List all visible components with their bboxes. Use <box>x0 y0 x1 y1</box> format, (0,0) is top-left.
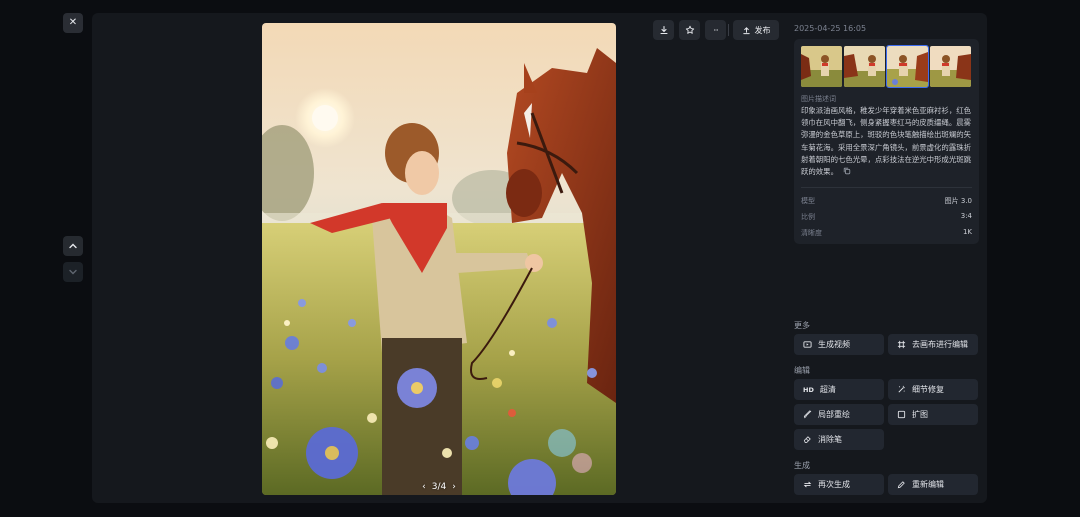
info-card: 图片描述词 印象派油画风格，稚发少年穿着米色亚麻衬衫，红色领巾在风中翻飞，侧身紧… <box>794 39 979 244</box>
favorite-button[interactable] <box>679 20 700 40</box>
more-icon: ··· <box>713 25 719 35</box>
main-image: ‹ 3/4 › <box>262 23 616 495</box>
publish-button[interactable]: 发布 <box>733 20 779 40</box>
chevron-down-icon <box>69 269 77 275</box>
meta-value: 1K <box>962 228 972 236</box>
close-button[interactable]: ✕ <box>63 13 83 33</box>
prompt-text: 印象派油画风格，稚发少年穿着米色亚麻衬衫，红色领巾在风中翻飞，侧身紧握枣红马的皮… <box>801 106 971 177</box>
eraser-label: 消除笔 <box>818 435 842 444</box>
pencil-icon <box>897 480 906 489</box>
more-options-button[interactable]: ··· <box>705 20 726 40</box>
canvas-icon <box>897 340 906 349</box>
regenerate-label: 再次生成 <box>818 480 850 489</box>
generated-painting <box>262 23 616 495</box>
canvas-edit-label: 去画布进行编辑 <box>912 340 968 349</box>
meta-label: 清晰度 <box>801 229 822 237</box>
regenerate-button[interactable]: 再次生成 <box>794 474 884 495</box>
upscale-button[interactable]: HD 超清 <box>794 379 884 400</box>
inpaint-label: 局部重绘 <box>818 410 850 419</box>
re-edit-label: 重新编辑 <box>912 480 944 489</box>
brush-icon <box>803 410 812 419</box>
prompt-description: 印象派油画风格，稚发少年穿着米色亚麻衬衫，红色领巾在风中翻飞，侧身紧握枣红马的皮… <box>801 105 972 178</box>
card-divider <box>801 187 972 188</box>
expand-image-label: 扩图 <box>912 410 928 419</box>
copy-icon[interactable] <box>843 167 851 175</box>
previous-item-button[interactable] <box>63 236 83 256</box>
refresh-icon <box>803 480 812 489</box>
description-label: 图片描述词 <box>801 95 836 103</box>
generate-video-button[interactable]: 生成视频 <box>794 334 884 355</box>
meta-ratio: 比例 3:4 <box>801 212 972 222</box>
meta-resolution: 清晰度 1K <box>801 228 972 238</box>
close-icon: ✕ <box>68 17 78 28</box>
magic-wand-icon <box>897 385 906 394</box>
section-generate: 生成 <box>794 461 810 470</box>
video-icon <box>803 340 812 349</box>
re-edit-button[interactable]: 重新编辑 <box>888 474 978 495</box>
upload-icon <box>742 26 750 34</box>
toolbar-divider <box>728 24 729 36</box>
image-viewer: ✕ ‹ 3/4 › ··· 发布 2025-04-25 16:05 图片描述词 … <box>0 0 1080 517</box>
generate-video-label: 生成视频 <box>818 340 850 349</box>
expand-image-button[interactable]: 扩图 <box>888 404 978 425</box>
expand-icon <box>897 410 906 419</box>
upscale-label: 超清 <box>819 385 836 394</box>
thumbnail-4[interactable] <box>930 46 971 87</box>
pager-next-icon[interactable]: › <box>452 482 456 492</box>
image-pager: ‹ 3/4 › <box>262 482 616 492</box>
meta-model: 模型 图片 3.0 <box>801 196 972 206</box>
next-item-button[interactable] <box>63 262 83 282</box>
thumbnail-3-selected[interactable] <box>886 45 929 88</box>
section-edit: 编辑 <box>794 366 810 375</box>
thumbnail-1[interactable] <box>801 46 842 87</box>
section-more: 更多 <box>794 321 810 330</box>
hd-icon: HD <box>803 385 814 394</box>
meta-label: 比例 <box>801 213 815 221</box>
eraser-button[interactable]: 消除笔 <box>794 429 884 450</box>
chevron-up-icon <box>69 243 77 249</box>
download-icon <box>659 25 668 35</box>
star-icon <box>685 25 694 34</box>
inpaint-button[interactable]: 局部重绘 <box>794 404 884 425</box>
created-date: 2025-04-25 16:05 <box>794 24 867 33</box>
thumbnail-2[interactable] <box>844 46 885 87</box>
download-button[interactable] <box>653 20 674 40</box>
info-sidebar: 2025-04-25 16:05 <box>794 24 980 33</box>
pager-prev-icon[interactable]: ‹ <box>422 482 426 492</box>
meta-value: 图片 3.0 <box>944 197 972 205</box>
canvas-edit-button[interactable]: 去画布进行编辑 <box>888 334 978 355</box>
publish-label: 发布 <box>754 25 771 35</box>
pager-text: 3/4 <box>431 482 447 492</box>
thumbnail-strip <box>801 45 971 88</box>
meta-value: 3:4 <box>960 212 972 220</box>
image-toolbar: ··· <box>653 20 726 40</box>
eraser-icon <box>803 435 812 444</box>
detail-repair-button[interactable]: 细节修复 <box>888 379 978 400</box>
detail-repair-label: 细节修复 <box>912 385 944 394</box>
meta-label: 模型 <box>801 197 815 205</box>
